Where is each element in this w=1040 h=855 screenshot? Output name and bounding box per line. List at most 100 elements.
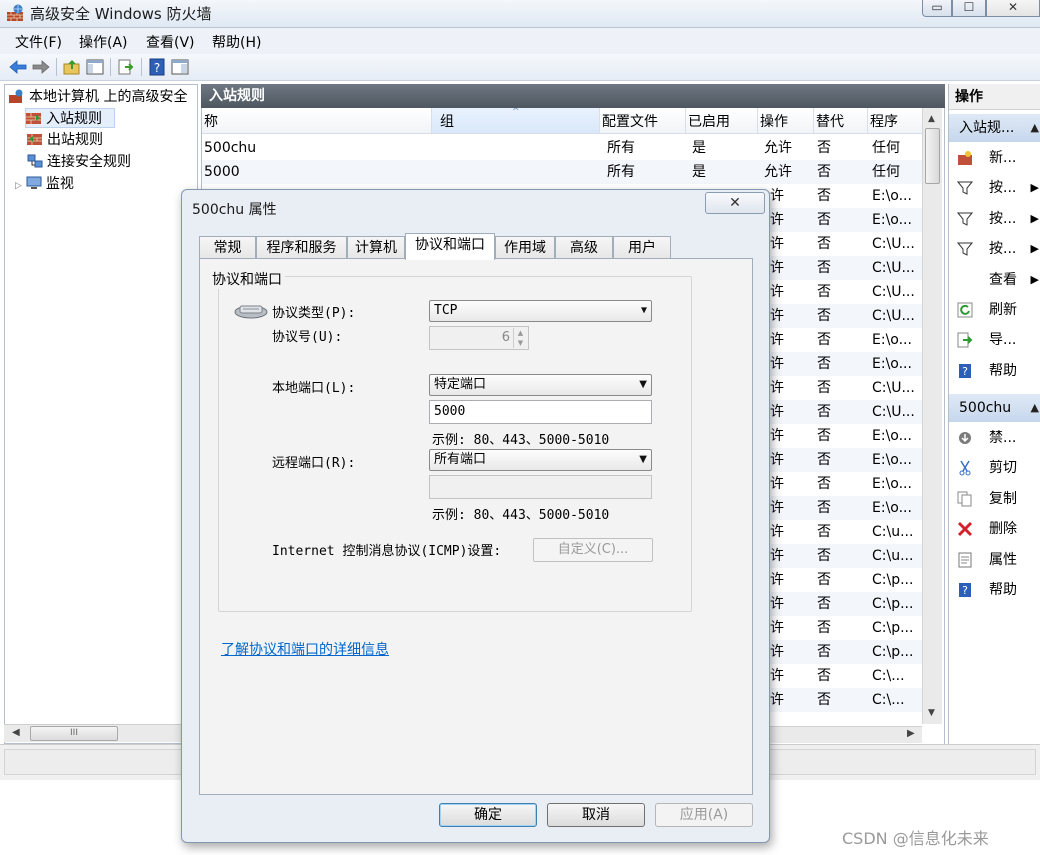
firewall-node-icon (9, 89, 23, 103)
cell-enabled: 是 (692, 140, 706, 156)
tab-advanced[interactable]: 高级 (555, 236, 613, 259)
action-item[interactable]: ? 帮助 (949, 358, 1040, 384)
cell-override: 否 (817, 644, 831, 660)
column-header-program[interactable]: 程序 (868, 108, 928, 134)
export-list-icon[interactable] (116, 57, 136, 77)
delete-icon (957, 522, 973, 537)
cell-override: 否 (817, 572, 831, 588)
cell-override: 否 (817, 524, 831, 540)
forward-arrow-icon[interactable] (31, 57, 51, 77)
up-folder-icon[interactable] (62, 57, 82, 77)
tab-users[interactable]: 用户 (613, 236, 671, 259)
action-item[interactable]: 剪切 (949, 455, 1040, 481)
scroll-right-icon[interactable]: ▶ (907, 728, 915, 739)
local-port-input[interactable]: 5000 (429, 400, 652, 424)
dialog-close-button[interactable]: ✕ (705, 192, 765, 214)
properties-pane-icon[interactable] (170, 57, 190, 77)
tab-computers[interactable]: 计算机 (347, 236, 405, 259)
menu-help[interactable]: 帮助(H) (212, 32, 261, 52)
tab-general[interactable]: 常规 (199, 236, 256, 259)
close-button[interactable]: ✕ (986, 0, 1040, 17)
action-item[interactable]: 按... ▶ (949, 236, 1040, 262)
spin-arrows-icon[interactable]: ▲ ▼ (513, 328, 527, 348)
action-item[interactable]: 按... ▶ (949, 175, 1040, 201)
cancel-button[interactable]: 取消 (547, 803, 645, 827)
dropdown-arrow-icon: ▼ (639, 379, 647, 390)
cell-program: E:\o... (872, 332, 912, 348)
action-item[interactable]: 查看 ▶ (949, 267, 1040, 293)
collapse-icon[interactable]: ▲ (1031, 114, 1039, 142)
remote-port-select[interactable]: 所有端口 ▼ (429, 449, 652, 471)
action-item[interactable]: 复制 (949, 486, 1040, 512)
tree-item-outbound-rules[interactable]: 出站规则 (27, 130, 103, 150)
tab-programs-services[interactable]: 程序和服务 (256, 236, 347, 259)
action-item[interactable]: 禁... (949, 425, 1040, 451)
cell-program: E:\o... (872, 452, 912, 468)
tree-root-local-computer[interactable]: 本地计算机 上的高级安全 (9, 87, 187, 107)
menu-file[interactable]: 文件(F) (15, 32, 62, 52)
cell-override: 否 (817, 500, 831, 516)
column-header-profile[interactable]: 配置文件 (600, 108, 686, 134)
tree-scroll-thumb[interactable]: III (30, 726, 118, 741)
tree-item-connection-security-rules[interactable]: 连接安全规则 (27, 152, 131, 172)
tab-scope[interactable]: 作用域 (495, 236, 555, 259)
outbound-rules-icon (27, 134, 42, 145)
scroll-left-icon[interactable]: ◀ (12, 727, 20, 738)
submenu-arrow-icon: ▶ (1030, 272, 1039, 286)
expand-chevron-icon[interactable]: ▷ (15, 181, 22, 191)
actions-section-500chu[interactable]: 500chu ▲ (949, 394, 1040, 422)
tree-item-inbound-rules[interactable]: 入站规则 (25, 108, 115, 128)
learn-more-link[interactable]: 了解协议和端口的详细信息 (221, 639, 389, 659)
action-item[interactable]: 属性 (949, 547, 1040, 573)
column-header-group[interactable]: 组 ^ (432, 108, 600, 134)
icmp-settings-label: Internet 控制消息协议(ICMP)设置: (272, 544, 502, 559)
help-icon[interactable]: ? (147, 57, 167, 77)
icmp-customize-button[interactable]: 自定义(C)... (533, 538, 653, 562)
action-item[interactable]: ? 帮助 (949, 577, 1040, 603)
actions-pane: 操作 入站规... ▲ 新... 按... ▶ 按... ▶ 按... ▶ 查看 ▶ 刷新 导...?… (948, 84, 1040, 744)
network-cable-icon (234, 305, 268, 319)
action-item[interactable]: 新... (949, 145, 1040, 171)
tree-item-monitoring[interactable]: ▷ 监视 (15, 174, 74, 194)
menu-view[interactable]: 查看(V) (146, 32, 195, 52)
scroll-up-icon[interactable]: ▲ (928, 114, 935, 124)
actions-section-inbound-rules[interactable]: 入站规... ▲ (949, 114, 1040, 142)
collapse-icon[interactable]: ▲ (1031, 394, 1039, 422)
svg-text:?: ? (962, 584, 968, 597)
tab-protocols-ports[interactable]: 协议和端口 (405, 233, 495, 260)
ok-button[interactable]: 确定 (439, 803, 537, 827)
maximize-button[interactable]: ☐ (952, 0, 986, 17)
cell-program: E:\o... (872, 212, 912, 228)
toolbar-separator (56, 58, 57, 76)
protocol-type-select[interactable]: TCP ▼ (429, 300, 652, 322)
action-item[interactable]: 刷新 (949, 297, 1040, 323)
column-header-enabled[interactable]: 已启用 (686, 108, 758, 134)
cell-program: C:\p... (872, 644, 914, 660)
help-icon: ? (959, 583, 971, 597)
cell-program: C:\... (872, 668, 905, 684)
remote-port-input[interactable] (429, 475, 652, 499)
rules-vertical-scrollbar[interactable]: ▲ ▼ (922, 108, 942, 724)
submenu-arrow-icon: ▶ (1030, 181, 1039, 195)
table-row[interactable]: 500chu 所有 是 允许 否 任何 (202, 136, 922, 160)
show-hide-tree-icon[interactable] (85, 57, 105, 77)
column-header-override[interactable]: 替代 (814, 108, 868, 134)
protocol-number-stepper[interactable]: 6 ▲ ▼ (429, 326, 529, 350)
column-header-name[interactable]: 称 (202, 108, 432, 134)
back-arrow-icon[interactable] (8, 57, 28, 77)
rules-scroll-thumb[interactable] (925, 128, 940, 184)
action-item[interactable]: 删除 (949, 516, 1040, 542)
local-port-select[interactable]: 特定端口 ▼ (429, 374, 652, 396)
cell-program: E:\o... (872, 356, 912, 372)
cell-override: 否 (817, 212, 831, 228)
menu-action[interactable]: 操作(A) (79, 32, 128, 52)
column-header-action[interactable]: 操作 (758, 108, 814, 134)
scroll-down-icon[interactable]: ▼ (928, 708, 935, 718)
cell-program: E:\o... (872, 476, 912, 492)
apply-button[interactable]: 应用(A) (655, 803, 753, 827)
table-row[interactable]: 5000 所有 是 允许 否 任何 (202, 160, 922, 184)
minimize-button[interactable]: ▭ (922, 0, 952, 17)
tree-horizontal-scrollbar[interactable]: ◀ III (4, 724, 198, 742)
action-item[interactable]: 按... ▶ (949, 206, 1040, 232)
action-item[interactable]: 导... (949, 327, 1040, 353)
